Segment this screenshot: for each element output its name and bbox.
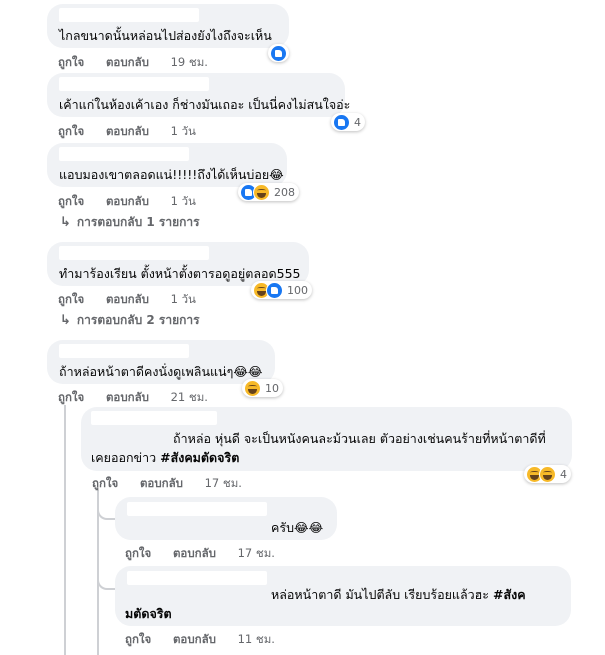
thread-connector bbox=[97, 490, 117, 520]
redacted-name bbox=[127, 571, 267, 585]
reaction-summary[interactable]: 4 bbox=[331, 113, 365, 131]
reply-action[interactable]: ตอบกลับ bbox=[106, 55, 149, 69]
hashtag-link[interactable]: มตัดจริต bbox=[125, 606, 172, 621]
comment-text: เค้าแก่ในห้องเค้าเอง ก็ช่างมันเถอะ เป็นน… bbox=[59, 97, 351, 112]
view-replies-link[interactable]: ↳ การตอบกลับ 1 รายการ bbox=[60, 213, 200, 232]
comment-actions: ถูกใจ ตอบกลับ 1 วัน bbox=[58, 123, 214, 141]
reaction-count: 10 bbox=[265, 381, 279, 395]
reply-text-line2: เคยออกข่าว #สังคมตัดจริต bbox=[91, 448, 239, 467]
like-action[interactable]: ถูกใจ bbox=[58, 292, 84, 306]
reply-time[interactable]: 17 ชม. bbox=[238, 546, 275, 560]
comment-time[interactable]: 1 วัน bbox=[171, 292, 196, 306]
comment-bubble: ไกลขนาดนั้นหล่อนไปส่องยังไงถึงจะเห็น bbox=[47, 4, 289, 48]
like-reaction-icon bbox=[333, 113, 350, 131]
reply-action[interactable]: ตอบกลับ bbox=[173, 546, 216, 560]
reply-arrow-icon: ↳ bbox=[60, 215, 71, 230]
comment-actions: ถูกใจ ตอบกลับ 1 วัน bbox=[58, 193, 214, 211]
comment-bubble: ทำมาร้องเรียน ตั้งหน้าตั้งตารอดูอยู่ตลอด… bbox=[47, 242, 309, 286]
reaction-summary[interactable]: 100 bbox=[251, 281, 312, 299]
like-action[interactable]: ถูกใจ bbox=[58, 390, 84, 404]
reply-action[interactable]: ตอบกลับ bbox=[106, 390, 149, 404]
reaction-summary[interactable]: 4 bbox=[524, 465, 571, 483]
redacted-name bbox=[59, 8, 199, 22]
comment-actions: ถูกใจ ตอบกลับ 19 ชม. bbox=[58, 54, 226, 72]
comment-actions: ถูกใจ ตอบกลับ 21 ชม. bbox=[58, 389, 226, 407]
comment-bubble: แอบมองเขาตลอดแน่!!!!!ถึงได้เห็นบ่อย😂 bbox=[47, 143, 287, 187]
comment-actions: ถูกใจ ตอบกลับ 1 วัน bbox=[58, 291, 214, 309]
reply-bubble: ครับ😂😂 bbox=[115, 497, 337, 540]
reply-bubble: ถ้าหล่อ หุ่นดี จะเป็นหนังคนละม้วนเลย ตัว… bbox=[81, 407, 572, 471]
hashtag-link[interactable]: #สังคมตัดจริต bbox=[160, 450, 239, 465]
reaction-count: 208 bbox=[274, 185, 295, 199]
redacted-name bbox=[91, 411, 217, 425]
reply-text-line1: หล่อหน้าตาดี มันไปตีลับ เรียบร้อยแล้วฮะ … bbox=[271, 585, 526, 604]
comment-time[interactable]: 1 วัน bbox=[171, 124, 196, 138]
comment-bubble: ถ้าหล่อหน้าตาดีคงนั่งดูเพลินแน่ๆ😂😂 bbox=[47, 340, 275, 384]
redacted-name bbox=[59, 77, 209, 91]
thread-line bbox=[64, 405, 66, 655]
reaction-count: 4 bbox=[560, 467, 567, 481]
like-action[interactable]: ถูกใจ bbox=[58, 124, 84, 138]
reply-time[interactable]: 17 ชม. bbox=[205, 476, 242, 490]
reply-bubble: หล่อหน้าตาดี มันไปตีลับ เรียบร้อยแล้วฮะ … bbox=[115, 566, 571, 626]
comment-time[interactable]: 21 ชม. bbox=[171, 390, 208, 404]
reply-actions: ถูกใจ ตอบกลับ 17 ชม. bbox=[92, 475, 260, 493]
reply-text: หล่อหน้าตาดี มันไปตีลับ เรียบร้อยแล้วฮะ bbox=[271, 587, 493, 602]
thread-connector bbox=[97, 560, 117, 590]
haha-reaction-icon bbox=[253, 183, 270, 201]
reaction-count: 4 bbox=[354, 115, 361, 129]
comment-text: ถ้าหล่อหน้าตาดีคงนั่งดูเพลินแน่ๆ😂😂 bbox=[59, 364, 263, 379]
reply-text-line2: มตัดจริต bbox=[125, 604, 172, 623]
reply-action[interactable]: ตอบกลับ bbox=[106, 194, 149, 208]
view-replies-link[interactable]: ↳ การตอบกลับ 2 รายการ bbox=[60, 311, 200, 330]
like-action[interactable]: ถูกใจ bbox=[58, 55, 84, 69]
like-reaction-icon bbox=[270, 44, 287, 62]
reaction-count: 100 bbox=[287, 283, 308, 297]
reaction-summary[interactable] bbox=[268, 44, 289, 62]
redacted-name bbox=[127, 502, 267, 516]
like-action[interactable]: ถูกใจ bbox=[125, 632, 151, 646]
like-reaction-icon bbox=[266, 281, 283, 299]
reply-action[interactable]: ตอบกลับ bbox=[140, 476, 183, 490]
haha-reaction-icon bbox=[539, 465, 556, 483]
like-action[interactable]: ถูกใจ bbox=[92, 476, 118, 490]
reply-actions: ถูกใจ ตอบกลับ 17 ชม. bbox=[125, 545, 293, 563]
reaction-summary[interactable]: 10 bbox=[242, 379, 283, 397]
reply-text-line1: ถ้าหล่อ หุ่นดี จะเป็นหนังคนละม้วนเลย ตัว… bbox=[173, 429, 546, 448]
like-action[interactable]: ถูกใจ bbox=[125, 546, 151, 560]
haha-reaction-icon bbox=[244, 379, 261, 397]
comment-time[interactable]: 1 วัน bbox=[171, 194, 196, 208]
replies-count-label: การตอบกลับ 2 รายการ bbox=[76, 313, 200, 327]
reply-action[interactable]: ตอบกลับ bbox=[106, 292, 149, 306]
reply-time[interactable]: 11 ชม. bbox=[238, 632, 275, 646]
reply-text: ถ้าหล่อ หุ่นดี จะเป็นหนังคนละม้วนเลย ตัว… bbox=[173, 431, 546, 446]
redacted-name bbox=[59, 246, 209, 260]
comment-bubble: เค้าแก่ในห้องเค้าเอง ก็ช่างมันเถอะ เป็นน… bbox=[47, 73, 350, 117]
reply-text: ครับ😂😂 bbox=[271, 520, 324, 535]
reply-arrow-icon: ↳ bbox=[60, 313, 71, 328]
comment-time[interactable]: 19 ชม. bbox=[171, 55, 208, 69]
redacted-name bbox=[59, 344, 189, 358]
reaction-summary[interactable]: 208 bbox=[238, 183, 299, 201]
redacted-name bbox=[59, 147, 189, 161]
like-action[interactable]: ถูกใจ bbox=[58, 194, 84, 208]
comment-text: แอบมองเขาตลอดแน่!!!!!ถึงได้เห็นบ่อย😂 bbox=[59, 167, 284, 182]
hashtag-link[interactable]: #สังค bbox=[493, 587, 526, 602]
reply-actions: ถูกใจ ตอบกลับ 11 ชม. bbox=[125, 631, 293, 649]
comment-text: ไกลขนาดนั้นหล่อนไปส่องยังไงถึงจะเห็น bbox=[59, 28, 272, 43]
replies-count-label: การตอบกลับ 1 รายการ bbox=[76, 215, 200, 229]
reply-action[interactable]: ตอบกลับ bbox=[106, 124, 149, 138]
reply-action[interactable]: ตอบกลับ bbox=[173, 632, 216, 646]
reply-text: เคยออกข่าว bbox=[91, 450, 161, 465]
